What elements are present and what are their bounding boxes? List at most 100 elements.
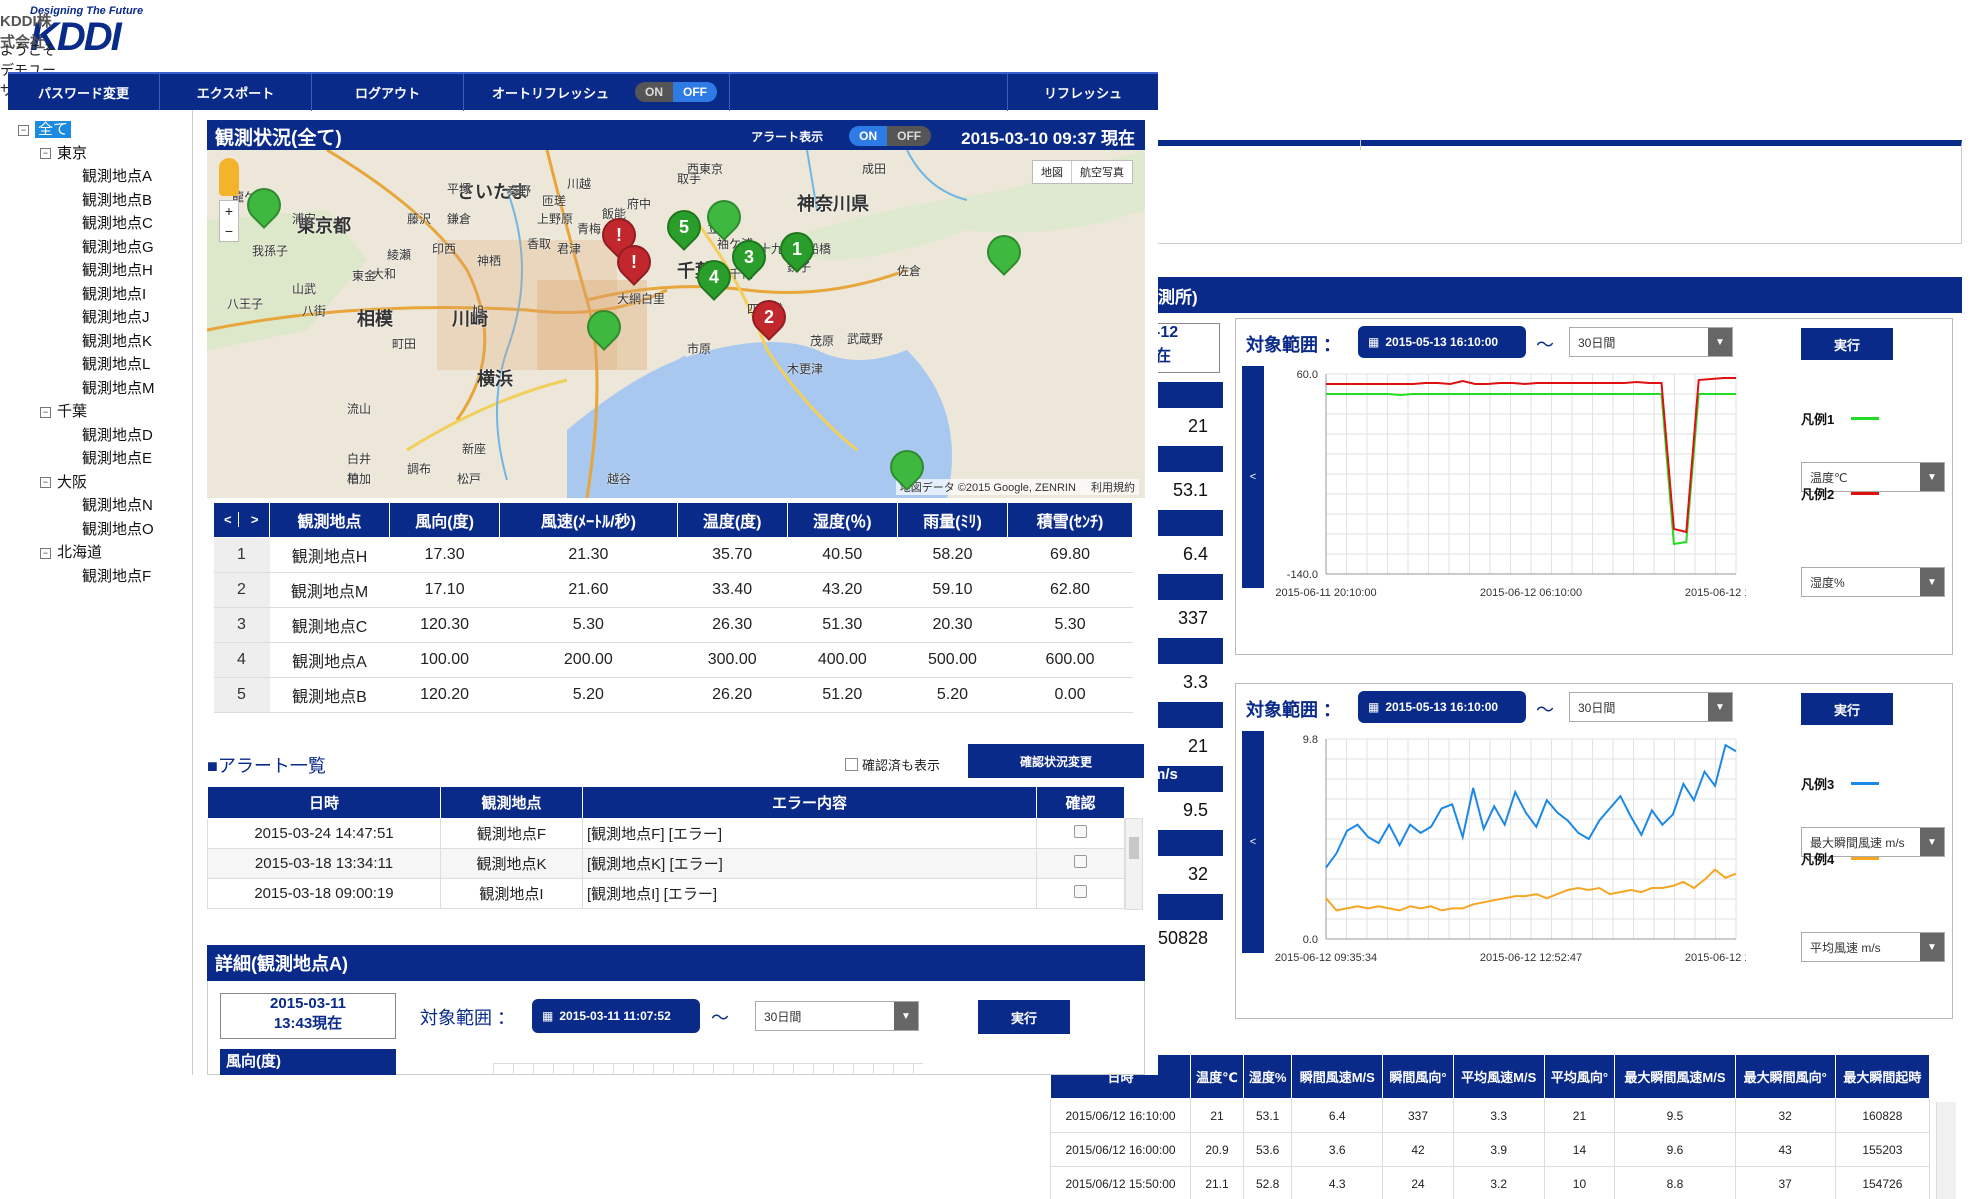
tree-group[interactable]: − 千葉 [40,400,87,421]
collapse-bar[interactable]: < [1242,366,1264,588]
tree-leaf[interactable]: 観測地点K [82,330,152,351]
collapse-icon[interactable]: − [40,148,51,160]
col-header[interactable]: 最大瞬間風速M/S [1614,1054,1736,1099]
table-row[interactable]: 1 観測地点H 17.30 21.30 35.70 40.50 58.20 69.80 [213,537,1133,573]
table-row[interactable]: 2 観測地点M 17.10 21.60 33.40 43.20 59.10 62.80 [213,572,1133,608]
col-header[interactable]: 積雪(ｾﾝﾁ) [1007,502,1133,538]
table-row[interactable]: 2015/06/12 16:00:00 20.9 53.6 3.6 42 3.9 14 9.6… [1050,1132,1931,1167]
scroll-thumb[interactable] [1129,837,1139,859]
table-row[interactable]: 2015/06/12 15:50:00 21.1 52.8 4.3 24 3.2 10 8.8… [1050,1166,1931,1199]
alert-display-label: アラート表示 [751,129,824,144]
show-confirmed[interactable]: 確認済も表示 [845,755,940,774]
tree-group[interactable]: − 北海道 [40,541,102,562]
prev-page-button[interactable]: < [217,512,240,527]
run-button[interactable]: 実行 [1801,328,1893,360]
table-row[interactable]: 4 観測地点A 100.00 200.00 300.00 400.00 500.00 600.… [213,642,1133,678]
password-change-button[interactable]: パスワード変更 [8,73,160,111]
start-date-picker[interactable]: ▦ 2015-05-13 16:10:00 [1358,691,1526,723]
map-label: 平塚 [447,182,472,196]
col-header[interactable]: 雨量(ﾐﾘ) [896,502,1009,538]
table-row[interactable]: 2015/06/12 16:10:00 21 53.1 6.4 337 3.3 21 9.5 3… [1050,1098,1931,1133]
alerts-scrollbar[interactable] [1125,818,1143,910]
col-header[interactable]: 温度℃ [1189,1054,1245,1099]
run-button[interactable]: 実行 [1801,693,1893,725]
terms-link[interactable]: 利用規約 [1091,482,1135,494]
tree-leaf[interactable]: 観測地点A [82,165,152,186]
alert-toggle[interactable]: ON OFF [849,126,932,146]
tree-leaf[interactable]: 観測地点G [82,236,154,257]
period-select[interactable]: 30日間 ▼ [755,1001,919,1031]
toggle-on[interactable]: ON [849,126,888,146]
collapse-bar[interactable]: < [1242,731,1264,953]
col-header[interactable]: 風速(ﾒｰﾄﾙ/秒) [499,502,678,538]
col-header[interactable]: 湿度(％) [786,502,898,538]
alert-row[interactable]: 2015-03-24 14:47:51 観測地点F [観測地点F] [エラー] [207,818,1125,849]
next-page-button[interactable]: > [244,512,266,527]
col-header[interactable]: 平均風速M/S [1452,1054,1545,1099]
table-row[interactable]: 5 観測地点B 120.20 5.20 26.20 51.20 5.20 0.00 [213,677,1133,713]
tree-leaf[interactable]: 観測地点C [82,212,153,233]
map-button[interactable]: 地図 [1033,161,1072,183]
col-header[interactable]: エラー内容 [582,786,1037,819]
tree-leaf[interactable]: 観測地点H [82,259,153,280]
col-header[interactable]: 日時 [207,786,441,819]
tree-root[interactable]: − 全て [18,118,72,139]
run-button[interactable]: 実行 [978,1000,1070,1034]
legend4-select[interactable]: 平均風速 m/s ▼ [1801,932,1945,962]
zoom-in-button[interactable]: + [220,201,238,221]
tree-leaf[interactable]: 観測地点I [82,283,146,304]
col-header[interactable]: 風向(度) [388,502,501,538]
checkbox[interactable] [845,758,858,771]
collapse-icon[interactable]: − [40,406,51,418]
toggle-off[interactable]: OFF [673,82,718,102]
period-select[interactable]: 30日間 ▼ [1569,692,1733,722]
table-row[interactable]: 3 観測地点C 120.30 5.30 26.30 51.30 20.30 5.30 [213,607,1133,643]
export-button[interactable]: エクスポート [160,73,312,111]
confirm-checkbox[interactable] [1074,855,1087,868]
confirm-checkbox[interactable] [1074,825,1087,838]
col-header[interactable]: 湿度% [1243,1054,1293,1099]
tree-group[interactable]: − 大阪 [40,471,87,492]
tree-leaf[interactable]: 観測地点E [82,447,152,468]
start-date-picker[interactable]: ▦ 2015-05-13 16:10:00 [1358,326,1526,358]
zoom-out-button[interactable]: − [220,221,238,241]
col-header[interactable]: 温度(度) [676,502,788,538]
start-date-picker[interactable]: ▦ 2015-03-11 11:07:52 [532,999,700,1033]
logout-button[interactable]: ログアウト [312,73,464,111]
tree-leaf[interactable]: 観測地点B [82,189,152,210]
toggle-off[interactable]: OFF [887,126,932,146]
period-select[interactable]: 30日間 ▼ [1569,327,1733,357]
tree-leaf[interactable]: 観測地点O [82,518,154,539]
change-status-button[interactable]: 確認状況変更 [968,744,1144,778]
toggle-on[interactable]: ON [635,82,674,102]
tree-leaf[interactable]: 観測地点M [82,377,155,398]
wind-dir-strip: 風向(度) [220,1049,396,1075]
tree-leaf[interactable]: 観測地点L [82,353,150,374]
col-header[interactable]: 観測地点 [440,786,583,819]
col-header[interactable]: 瞬間風速M/S [1291,1054,1384,1099]
alert-row[interactable]: 2015-03-18 13:34:11 観測地点K [観測地点K] [エラー] [207,848,1125,879]
alert-row[interactable]: 2015-03-18 09:00:19 観測地点I [観測地点I] [エラー] [207,878,1125,909]
tree-leaf[interactable]: 観測地点F [82,565,151,586]
collapse-icon[interactable]: − [18,124,29,136]
refresh-button[interactable]: リフレッシュ [1008,73,1158,111]
collapse-icon[interactable]: − [40,547,51,559]
col-header[interactable]: 平均風向° [1543,1054,1616,1099]
col-header[interactable]: 最大瞬間起時 [1834,1054,1931,1099]
tree-group[interactable]: − 東京 [40,142,87,163]
legend2-select[interactable]: 湿度% ▼ [1801,567,1945,597]
tree-leaf[interactable]: 観測地点D [82,424,153,445]
col-header[interactable]: 瞬間風向° [1382,1054,1454,1099]
scrollbar[interactable] [1936,1102,1956,1199]
collapse-icon[interactable]: − [40,477,51,489]
auto-refresh-toggle[interactable]: ON OFF [635,82,718,102]
tree-leaf[interactable]: 観測地点N [82,494,153,515]
col-header[interactable]: 確認 [1036,786,1125,819]
map-view[interactable]: さいたま東京都千葉川崎横浜相模神奈川県成田銚子八王子町田市原取手川越越谷木更津茂… [207,150,1145,498]
pegman-icon[interactable] [219,158,239,196]
col-header[interactable]: 観測地点 [269,502,390,538]
col-header[interactable]: 最大瞬間風向° [1734,1054,1836,1099]
confirm-checkbox[interactable] [1074,885,1087,898]
tree-leaf[interactable]: 観測地点J [82,306,150,327]
aerial-button[interactable]: 航空写真 [1072,161,1132,183]
